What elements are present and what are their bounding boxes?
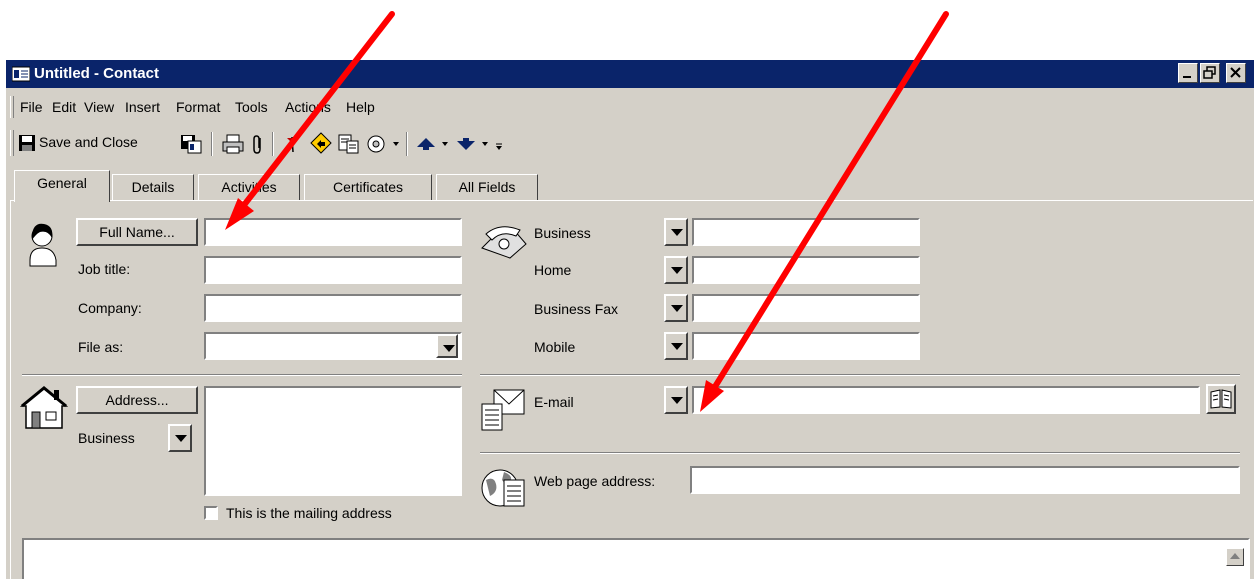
mobile-phone-input[interactable]	[694, 334, 918, 358]
mobile-phone-field[interactable]	[692, 332, 920, 360]
phone-label-business-fax: Business Fax	[534, 301, 619, 317]
toolbar-grip	[10, 130, 14, 156]
menu-help[interactable]: Help	[346, 99, 375, 115]
phone-label-business: Business	[534, 225, 591, 241]
company-label: Company:	[78, 300, 142, 316]
web-page-icon	[481, 469, 525, 507]
tab-activities[interactable]: Activities	[198, 174, 300, 200]
menu-format[interactable]: Format	[176, 99, 220, 115]
phone-type-dropdown-home[interactable]	[664, 256, 688, 284]
save-and-close-label: Save and Close	[39, 134, 138, 150]
title-bar: Untitled - Contact	[6, 60, 1254, 88]
minimize-button[interactable]	[1178, 63, 1198, 83]
restore-button[interactable]	[1200, 63, 1220, 83]
toolbar-separator	[406, 132, 408, 156]
company-field[interactable]	[204, 294, 462, 322]
business-fax-field[interactable]	[692, 294, 920, 322]
address-field[interactable]	[204, 386, 462, 496]
phone-type-dropdown-business-fax[interactable]	[664, 294, 688, 322]
menu-insert[interactable]: Insert	[125, 99, 160, 115]
address-button[interactable]: Address...	[76, 386, 198, 414]
home-phone-input[interactable]	[694, 258, 918, 282]
toolbar-separator	[272, 132, 274, 156]
phone-label-home: Home	[534, 262, 572, 278]
attach-icon[interactable]	[250, 134, 266, 154]
address-type-dropdown[interactable]	[168, 424, 192, 452]
address-section-separator	[22, 374, 462, 376]
web-page-field[interactable]	[690, 466, 1240, 494]
window-title: Untitled - Contact	[34, 65, 159, 82]
tab-general[interactable]: General	[14, 170, 110, 202]
menu-grip	[10, 96, 14, 118]
menu-actions[interactable]: Actions	[285, 99, 331, 115]
menu-view[interactable]: View	[84, 99, 114, 115]
scroll-up-button[interactable]	[1226, 548, 1244, 566]
business-phone-field[interactable]	[692, 218, 920, 246]
tab-details[interactable]: Details	[112, 174, 194, 200]
previous-item-icon[interactable]	[416, 134, 452, 154]
menu-file[interactable]: File	[20, 99, 43, 115]
standard-toolbar: Save and Close	[6, 126, 626, 160]
business-fax-input[interactable]	[694, 296, 918, 320]
toolbar-separator	[211, 132, 213, 156]
job-title-label: Job title:	[78, 261, 131, 277]
save-icon	[19, 135, 35, 151]
file-as-input[interactable]	[206, 334, 460, 358]
job-title-field[interactable]	[204, 256, 462, 284]
file-as-label: File as:	[78, 339, 124, 355]
call-icon[interactable]	[338, 133, 360, 155]
notes-field[interactable]	[22, 538, 1250, 579]
categories-icon[interactable]	[310, 132, 332, 154]
telephone-icon	[481, 226, 527, 259]
web-page-label: Web page address:	[534, 473, 656, 489]
email-section-separator	[480, 374, 1240, 376]
close-icon	[1230, 67, 1241, 78]
tab-certificates[interactable]: Certificates	[304, 174, 432, 200]
print-icon[interactable]	[222, 134, 244, 154]
person-icon	[29, 223, 57, 267]
email-field[interactable]	[692, 386, 1200, 414]
address-book-icon	[1210, 389, 1232, 409]
full-name-input[interactable]	[206, 220, 460, 244]
save-as-vcard-icon[interactable]	[180, 134, 202, 154]
menu-tools[interactable]: Tools	[235, 99, 268, 115]
file-as-combo[interactable]	[204, 332, 462, 360]
minimize-icon	[1183, 76, 1191, 78]
phone-label-mobile: Mobile	[534, 339, 576, 355]
home-phone-field[interactable]	[692, 256, 920, 284]
save-and-close-button[interactable]: Save and Close	[18, 131, 178, 155]
email-label: E-mail	[534, 394, 574, 410]
email-input[interactable]	[694, 388, 1198, 412]
phone-type-dropdown-business[interactable]	[664, 218, 688, 246]
address-textarea[interactable]	[206, 388, 460, 494]
menu-bar: File Edit View Insert Format Tools Actio…	[6, 94, 1254, 120]
address-type-label: Business	[78, 430, 135, 446]
house-icon	[20, 386, 68, 429]
close-button[interactable]	[1226, 63, 1246, 83]
web-section-separator	[480, 452, 1240, 454]
contact-card-icon	[12, 66, 30, 82]
tab-strip: General Details Activities Certificates …	[6, 168, 1254, 202]
company-input[interactable]	[206, 296, 460, 320]
email-type-dropdown[interactable]	[664, 386, 688, 414]
flag-icon[interactable]	[284, 134, 302, 154]
business-phone-input[interactable]	[694, 220, 918, 244]
mailing-address-label: This is the mailing address	[226, 505, 392, 521]
job-title-input[interactable]	[206, 258, 460, 282]
menu-edit[interactable]: Edit	[52, 99, 76, 115]
email-icon	[481, 389, 525, 431]
phone-type-dropdown-mobile[interactable]	[664, 332, 688, 360]
web-page-input[interactable]	[692, 468, 1238, 492]
mailing-address-checkbox[interactable]	[204, 506, 218, 520]
contact-window: Untitled - Contact File Edit View Insert…	[6, 60, 1254, 579]
address-book-button[interactable]	[1206, 384, 1236, 414]
file-as-dropdown-button[interactable]	[436, 334, 458, 358]
full-name-button[interactable]: Full Name...	[76, 218, 198, 246]
next-item-icon[interactable]	[456, 134, 504, 154]
tab-all-fields[interactable]: All Fields	[436, 174, 538, 200]
full-name-field[interactable]	[204, 218, 462, 246]
dial-icon[interactable]	[366, 133, 400, 155]
restore-icon	[1203, 66, 1216, 79]
